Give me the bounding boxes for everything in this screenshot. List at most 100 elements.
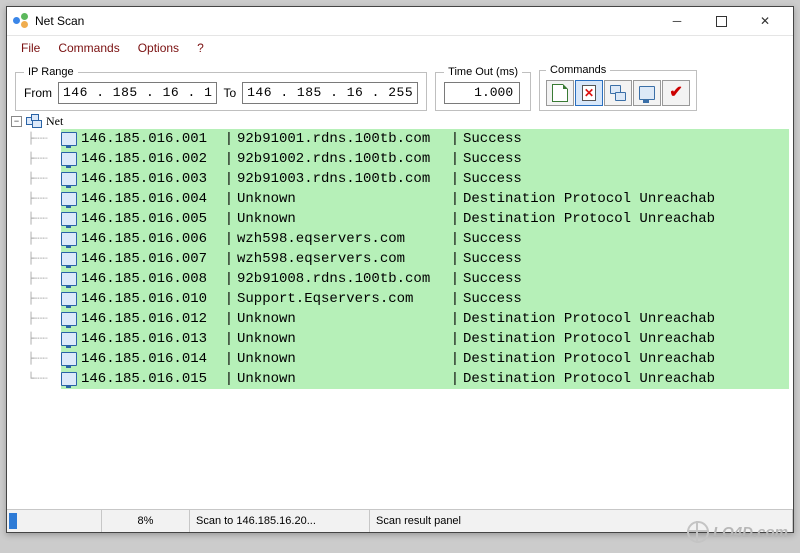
commands-group: Commands ✕ ✔ <box>539 64 697 111</box>
progress-bar <box>7 510 102 532</box>
separator: | <box>447 131 463 148</box>
separator: | <box>447 211 463 228</box>
result-host: Unknown <box>237 371 447 388</box>
host-icon <box>61 272 77 286</box>
result-status: Success <box>463 151 789 168</box>
result-ip: 146.185.016.013 <box>81 331 221 348</box>
result-row[interactable]: ├┈┈ 146.185.016.004|Unknown|Destination … <box>21 189 789 209</box>
tree-branch-icon: ├┈┈ <box>21 129 61 149</box>
tree-branch-icon: ├┈┈ <box>21 169 61 189</box>
result-row[interactable]: ├┈┈ 146.185.016.012|Unknown|Destination … <box>21 309 789 329</box>
host-icon <box>61 232 77 246</box>
result-host: 92b91003.rdns.100tb.com <box>237 171 447 188</box>
result-row[interactable]: ├┈┈ 146.185.016.003|92b91003.rdns.100tb.… <box>21 169 789 189</box>
ip-to-label: To <box>223 86 236 100</box>
result-ip: 146.185.016.006 <box>81 231 221 248</box>
host-icon <box>61 332 77 346</box>
result-ip: 146.185.016.003 <box>81 171 221 188</box>
result-host: 92b91001.rdns.100tb.com <box>237 131 447 148</box>
tree-branch-icon: ├┈┈ <box>21 309 61 329</box>
separator: | <box>447 171 463 188</box>
maximize-icon <box>716 16 727 27</box>
titlebar: Net Scan ─ ✕ <box>7 7 793 36</box>
tree-branch-icon: ├┈┈ <box>21 289 61 309</box>
result-host: Unknown <box>237 191 447 208</box>
separator: | <box>447 251 463 268</box>
result-ip: 146.185.016.014 <box>81 351 221 368</box>
menu-help[interactable]: ? <box>189 40 212 56</box>
host-button[interactable] <box>633 80 661 106</box>
separator: | <box>221 151 237 168</box>
result-ip: 146.185.016.005 <box>81 211 221 228</box>
tree-branch-icon: ├┈┈ <box>21 209 61 229</box>
result-ip: 146.185.016.001 <box>81 131 221 148</box>
result-row[interactable]: └┈┈ 146.185.016.015|Unknown|Destination … <box>21 369 789 389</box>
separator: | <box>447 331 463 348</box>
host-icon <box>61 152 77 166</box>
tree-branch-icon: ├┈┈ <box>21 229 61 249</box>
network-button[interactable] <box>604 80 632 106</box>
tree-root[interactable]: − Net <box>11 113 789 129</box>
progress-percent: 8% <box>102 510 190 532</box>
minimize-button[interactable]: ─ <box>655 7 699 35</box>
window-title: Net Scan <box>35 14 84 28</box>
ip-from-label: From <box>24 86 52 100</box>
menu-options[interactable]: Options <box>130 40 187 56</box>
ip-to-input[interactable]: 146 . 185 . 16 . 255 <box>242 82 418 104</box>
result-host: 92b91008.rdns.100tb.com <box>237 271 447 288</box>
result-status: Destination Protocol Unreachab <box>463 371 789 388</box>
result-status: Success <box>463 231 789 248</box>
result-host: Unknown <box>237 211 447 228</box>
ip-range-legend: IP Range <box>24 66 78 78</box>
new-document-icon <box>552 84 568 102</box>
result-panel[interactable]: − Net ├┈┈ 146.185.016.001|92b91001.rdns.… <box>7 111 793 510</box>
result-host: wzh598.eqservers.com <box>237 251 447 268</box>
stop-scan-button[interactable]: ✕ <box>575 80 603 106</box>
separator: | <box>221 271 237 288</box>
close-button[interactable]: ✕ <box>743 7 787 35</box>
result-row[interactable]: ├┈┈ 146.185.016.001|92b91001.rdns.100tb.… <box>21 129 789 149</box>
status-panel-text: Scan result panel <box>370 510 793 532</box>
menu-commands[interactable]: Commands <box>50 40 127 56</box>
result-row[interactable]: ├┈┈ 146.185.016.007|wzh598.eqservers.com… <box>21 249 789 269</box>
host-icon <box>61 172 77 186</box>
result-status: Success <box>463 131 789 148</box>
result-row[interactable]: ├┈┈ 146.185.016.010|Support.Eqservers.co… <box>21 289 789 309</box>
separator: | <box>221 131 237 148</box>
separator: | <box>447 311 463 328</box>
result-row[interactable]: ├┈┈ 146.185.016.002|92b91002.rdns.100tb.… <box>21 149 789 169</box>
result-row[interactable]: ├┈┈ 146.185.016.005|Unknown|Destination … <box>21 209 789 229</box>
separator: | <box>221 331 237 348</box>
verify-button[interactable]: ✔ <box>662 80 690 106</box>
result-host: Support.Eqservers.com <box>237 291 447 308</box>
result-ip: 146.185.016.010 <box>81 291 221 308</box>
result-status: Destination Protocol Unreachab <box>463 331 789 348</box>
separator: | <box>447 191 463 208</box>
menu-file[interactable]: File <box>13 40 48 56</box>
ip-from-input[interactable]: 146 . 185 . 16 . 1 <box>58 82 217 104</box>
result-ip: 146.185.016.015 <box>81 371 221 388</box>
maximize-button[interactable] <box>699 7 743 35</box>
toolbar: IP Range From 146 . 185 . 16 . 1 To 146 … <box>7 60 793 118</box>
collapse-icon[interactable]: − <box>11 116 22 127</box>
result-row[interactable]: ├┈┈ 146.185.016.008|92b91008.rdns.100tb.… <box>21 269 789 289</box>
result-ip: 146.185.016.004 <box>81 191 221 208</box>
result-row[interactable]: ├┈┈ 146.185.016.006|wzh598.eqservers.com… <box>21 229 789 249</box>
separator: | <box>221 371 237 388</box>
result-row[interactable]: ├┈┈ 146.185.016.013|Unknown|Destination … <box>21 329 789 349</box>
tree-branch-icon: ├┈┈ <box>21 189 61 209</box>
result-host: Unknown <box>237 311 447 328</box>
computer-icon <box>639 86 655 100</box>
timeout-input[interactable]: 1.000 <box>444 82 520 104</box>
result-host: Unknown <box>237 351 447 368</box>
result-ip: 146.185.016.012 <box>81 311 221 328</box>
result-row[interactable]: ├┈┈ 146.185.016.014|Unknown|Destination … <box>21 349 789 369</box>
separator: | <box>221 171 237 188</box>
app-icon <box>13 13 29 29</box>
tree-root-label: Net <box>46 113 63 129</box>
check-icon: ✔ <box>669 85 682 101</box>
result-ip: 146.185.016.002 <box>81 151 221 168</box>
result-status: Success <box>463 171 789 188</box>
new-scan-button[interactable] <box>546 80 574 106</box>
separator: | <box>221 211 237 228</box>
